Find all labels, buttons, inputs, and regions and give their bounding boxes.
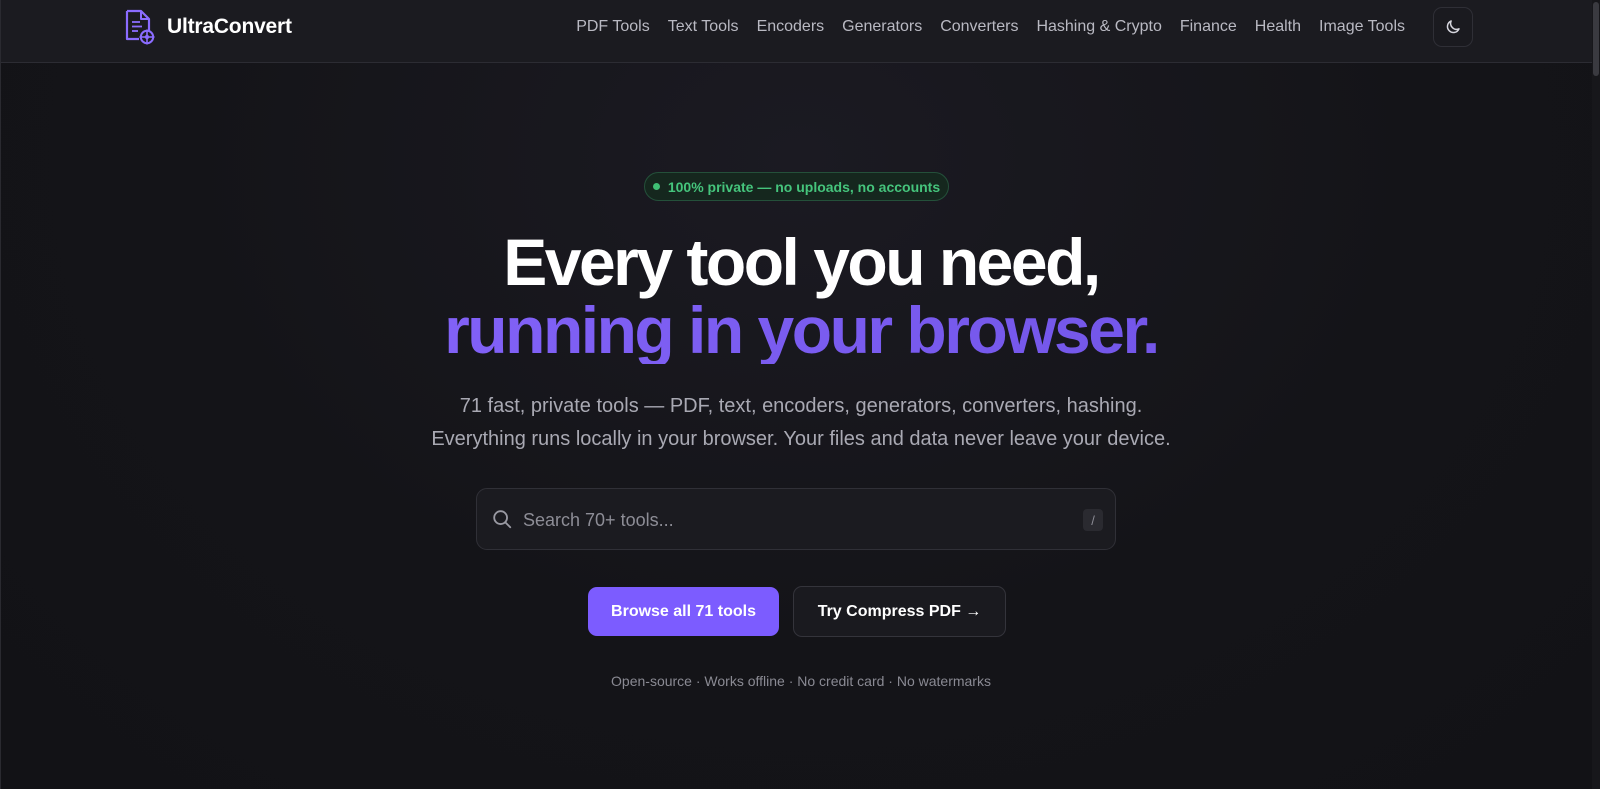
nav-link-finance[interactable]: Finance [1180, 16, 1237, 38]
privacy-badge-text: 100% private — no uploads, no accounts [667, 178, 941, 195]
brand-logo-link[interactable]: UltraConvert [123, 9, 292, 45]
status-dot-icon [652, 183, 660, 190]
scrollbar-thumb[interactable] [1593, 2, 1599, 76]
nav-link-pdf-tools[interactable]: PDF Tools [576, 16, 650, 38]
nav-link-encoders[interactable]: Encoders [757, 16, 825, 38]
keyboard-shortcut-hint: / [1083, 509, 1103, 531]
page: UltraConvert PDF Tools Text Tools Encode… [0, 0, 1600, 789]
hero-title-line-2: running in your browser. [1, 296, 1600, 364]
page-scrollbar[interactable] [1592, 0, 1600, 789]
search-icon [493, 510, 512, 529]
top-navigation-bar: UltraConvert PDF Tools Text Tools Encode… [1, 0, 1600, 63]
features-line: Open-source · Works offline · No credit … [611, 673, 991, 689]
try-compress-pdf-button[interactable]: Try Compress PDF → [793, 586, 1006, 637]
theme-toggle-button[interactable] [1433, 7, 1473, 47]
search-input[interactable] [523, 503, 1043, 537]
privacy-badge: 100% private — no uploads, no accounts [644, 172, 949, 201]
search-box[interactable]: / [476, 488, 1116, 550]
brand-name: UltraConvert [167, 15, 292, 38]
browse-all-tools-button[interactable]: Browse all 71 tools [588, 587, 779, 636]
hero-title-line-1: Every tool you need, [503, 225, 1101, 299]
nav-link-health[interactable]: Health [1255, 16, 1301, 38]
nav-link-generators[interactable]: Generators [842, 16, 922, 38]
nav-link-text-tools[interactable]: Text Tools [668, 16, 739, 38]
nav-link-hashing-crypto[interactable]: Hashing & Crypto [1036, 16, 1161, 38]
moon-icon [1446, 20, 1460, 34]
main-nav: PDF Tools Text Tools Encoders Generators… [576, 16, 1405, 38]
hero-title: Every tool you need, running in your bro… [1, 228, 1600, 364]
hero-subtitle-line-2: Everything runs locally in your browser.… [431, 428, 1171, 450]
nav-link-converters[interactable]: Converters [940, 16, 1018, 38]
document-gear-icon [125, 9, 155, 45]
hero-subtitle-line-1: 71 fast, private tools — PDF, text, enco… [459, 395, 1143, 417]
hero-subtitle: 71 fast, private tools — PDF, text, enco… [1, 390, 1600, 456]
nav-link-image-tools[interactable]: Image Tools [1319, 16, 1405, 38]
